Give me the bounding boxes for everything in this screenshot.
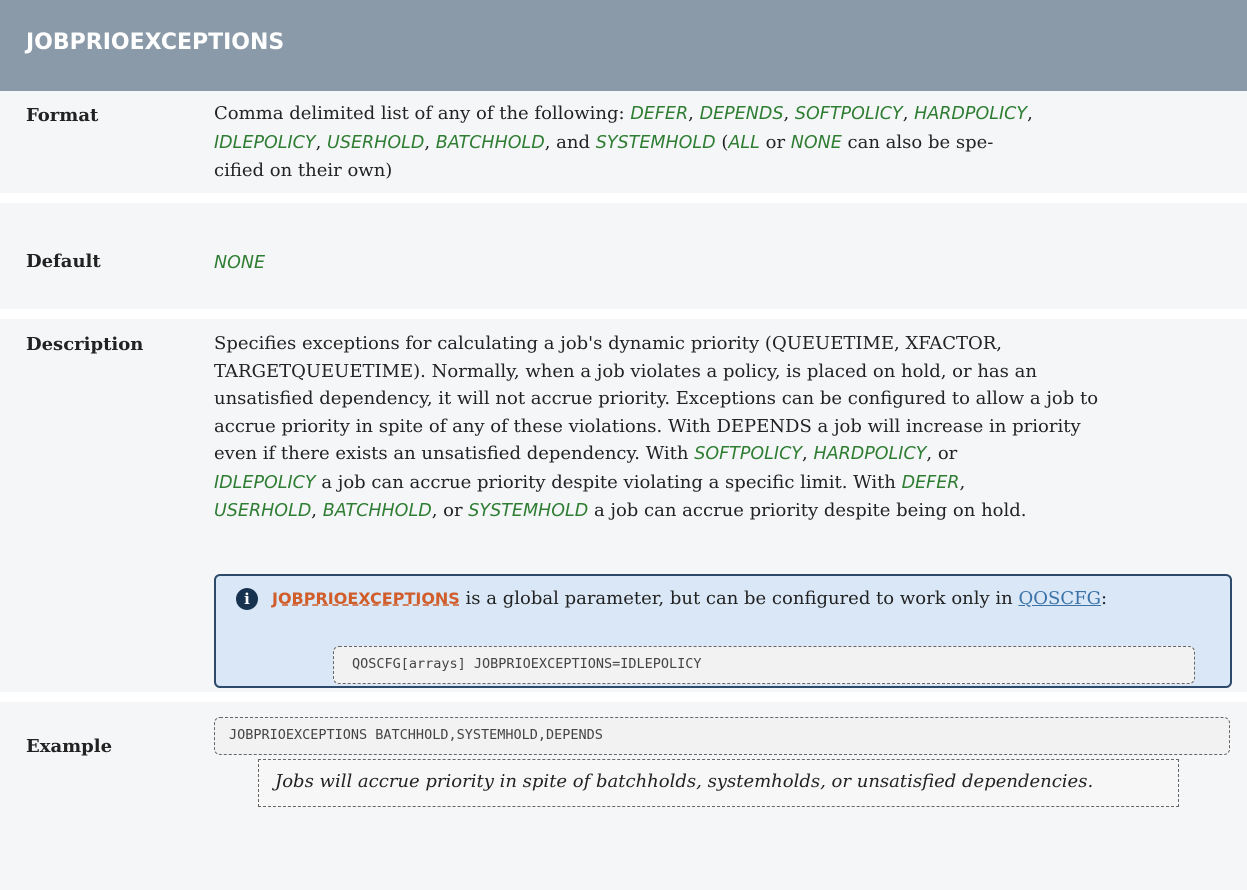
example-caption: Jobs will accrue priority in spite of ba… xyxy=(275,771,1094,792)
description-label: Description xyxy=(26,334,144,355)
keyword-depends: DEPENDS xyxy=(699,104,784,124)
jobprioexceptions-link[interactable]: JOBPRIOEXCEPTIONS xyxy=(272,589,460,608)
table-header: JOBPRIOEXCEPTIONS xyxy=(0,0,1247,91)
format-label: Format xyxy=(26,105,99,126)
info-icon: i xyxy=(236,588,258,610)
description-row: Description Specifies exceptions for cal… xyxy=(0,319,1247,692)
format-value: Comma delimited list of any of the follo… xyxy=(214,100,1226,185)
keyword-none: NONE xyxy=(790,132,842,153)
keyword-userhold: USERHOLD xyxy=(327,132,425,153)
default-row: Default NONE xyxy=(0,203,1247,309)
keyword-defer: DEFER xyxy=(630,104,689,124)
note-code-block: QOSCFG[arrays] JOBPRIOEXCEPTIONS=IDLEPOL… xyxy=(333,646,1195,684)
format-row: Format Comma delimited list of any of th… xyxy=(0,91,1247,193)
parameter-title: JOBPRIOEXCEPTIONS xyxy=(26,30,285,55)
info-note: i JOBPRIOEXCEPTIONS is a global paramete… xyxy=(214,574,1232,688)
example-caption-box: Jobs will accrue priority in spite of ba… xyxy=(258,759,1179,807)
default-value: NONE xyxy=(214,249,1226,278)
example-code-block: JOBPRIOEXCEPTIONS BATCHHOLD,SYSTEMHOLD,D… xyxy=(214,717,1230,755)
description-text: Specifies exceptions for calculating a j… xyxy=(214,333,1099,521)
format-line-1: Comma delimited list of any of the follo… xyxy=(214,103,1033,124)
qoscfg-link[interactable]: QOSCFG xyxy=(1018,588,1101,609)
format-line-2: IDLEPOLICY, USERHOLD, BATCHHOLD, and SYS… xyxy=(214,131,994,153)
keyword-idlepolicy: IDLEPOLICY xyxy=(214,132,316,153)
keyword-systemhold: SYSTEMHOLD xyxy=(595,132,716,153)
keyword-all: ALL xyxy=(728,132,760,153)
example-code-text: JOBPRIOEXCEPTIONS BATCHHOLD,SYSTEMHOLD,D… xyxy=(229,727,603,743)
note-code-text: QOSCFG[arrays] JOBPRIOEXCEPTIONS=IDLEPOL… xyxy=(352,656,702,672)
example-label: Example xyxy=(26,736,113,757)
default-label: Default xyxy=(26,251,101,272)
format-line-3: cified on their own) xyxy=(214,160,393,181)
keyword-softpolicy: SOFTPOLICY xyxy=(794,104,903,124)
keyword-hardpolicy: HARDPOLICY xyxy=(914,104,1028,124)
note-text: JOBPRIOEXCEPTIONS is a global parameter,… xyxy=(272,588,1108,609)
example-row: Example JOBPRIOEXCEPTIONS BATCHHOLD,SYST… xyxy=(0,702,1247,890)
default-keyword-none: NONE xyxy=(214,253,266,273)
keyword-batchhold: BATCHHOLD xyxy=(435,132,545,153)
